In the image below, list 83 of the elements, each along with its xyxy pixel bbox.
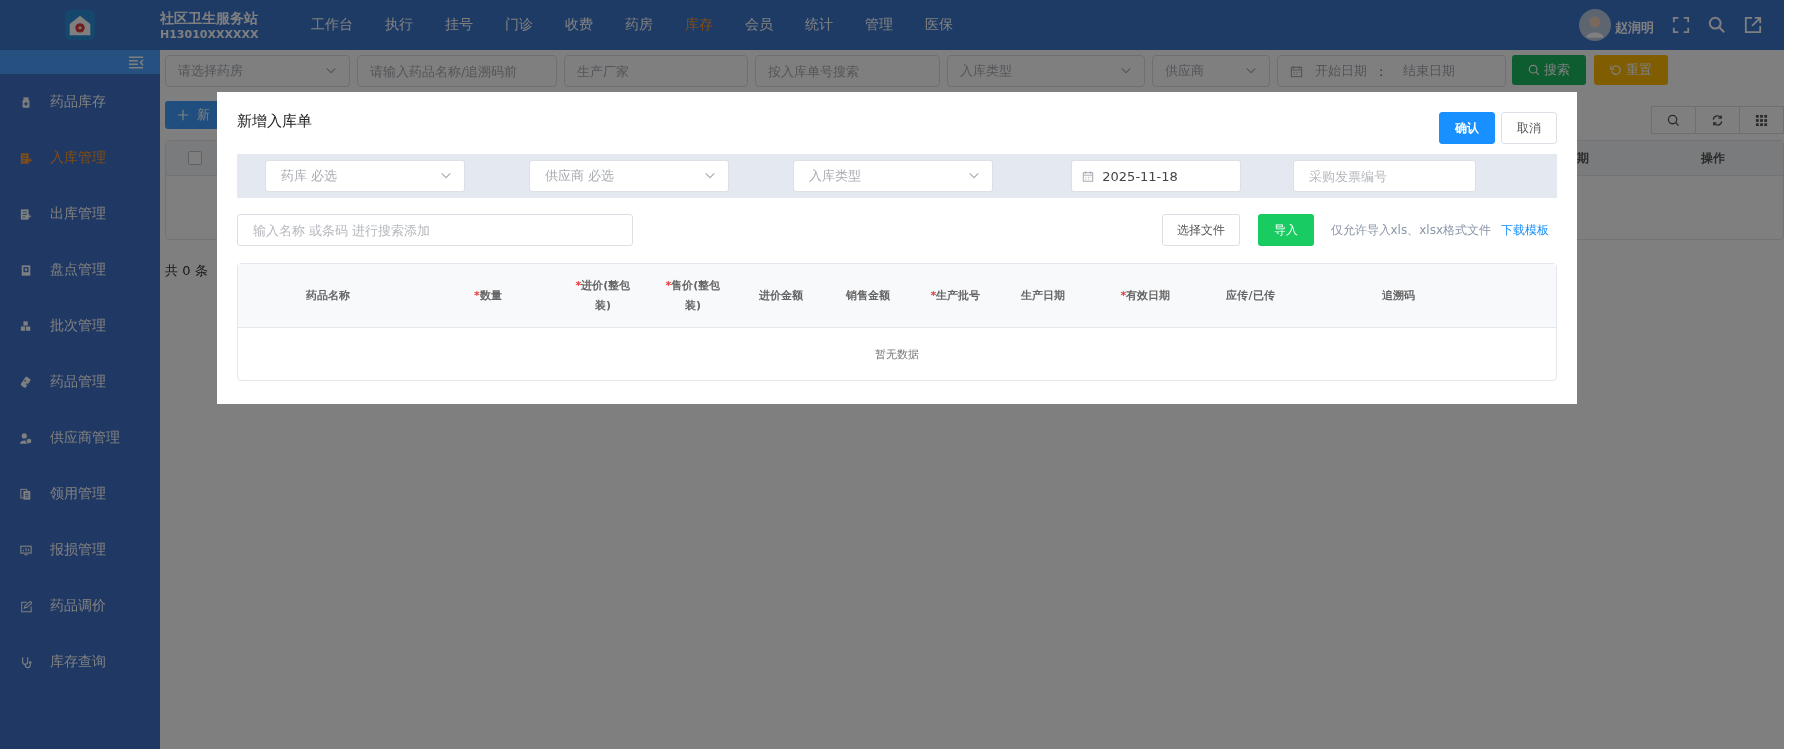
nav-tab[interactable]: 执行 [369, 16, 429, 34]
search-field[interactable]: 输入名称 或条码 进行搜索添加 [237, 214, 633, 246]
collapse-menu-icon[interactable] [128, 55, 144, 69]
plus-icon [177, 109, 189, 121]
external-link-icon[interactable] [1744, 16, 1762, 34]
nav-tab[interactable]: 管理 [849, 16, 909, 34]
avatar-icon[interactable] [1579, 9, 1611, 41]
confirm-button[interactable]: 确认 [1439, 112, 1495, 144]
column-header: 药品名称 [305, 287, 351, 304]
documents-icon [20, 487, 32, 501]
nav-tab[interactable]: 库存 [669, 16, 729, 34]
column-header: 应传/已传 [1225, 287, 1276, 304]
nav-tab[interactable]: 挂号 [429, 16, 489, 34]
sidebar-item[interactable]: 领用管理 [50, 485, 106, 503]
sidebar-item[interactable]: 药品管理 [50, 373, 106, 391]
separator-text: : [1379, 63, 1384, 79]
site-title: 社区卫生服务站 [160, 9, 259, 28]
reset-button[interactable]: 重置 [1594, 55, 1668, 85]
person-badge-icon [20, 431, 32, 445]
nav-tab[interactable]: 工作台 [295, 16, 369, 34]
choose-file-button[interactable]: 选择文件 [1161, 214, 1240, 246]
search-icon[interactable] [1651, 106, 1696, 134]
column-header: *生产批号 [929, 287, 982, 304]
user-name[interactable]: 赵润明 [1615, 19, 1654, 37]
column-header: *售价(整包装) [664, 277, 722, 314]
bottle-icon [20, 95, 32, 109]
cancel-button[interactable]: 取消 [1501, 112, 1557, 144]
empty-text: 暂无数据 [874, 346, 920, 363]
nav-tab[interactable]: 会员 [729, 16, 789, 34]
clinic-logo-icon [65, 10, 95, 40]
column-header: *有效日期 [1119, 287, 1172, 304]
fullscreen-icon[interactable] [1672, 16, 1690, 34]
site-code: H13010XXXXXX [160, 27, 260, 41]
placeholder-text: 供应商 必选 [544, 167, 615, 185]
clipboard-icon [20, 263, 32, 277]
sidebar-item[interactable]: 报损管理 [50, 541, 106, 559]
calendar-icon [1290, 64, 1303, 78]
reset-icon [1610, 64, 1622, 76]
column-header: 生产日期 [1020, 287, 1066, 304]
column-header: *数量 [473, 287, 503, 304]
sidebar-item[interactable]: 入库管理 [50, 149, 106, 167]
import-button[interactable]: 导入 [1257, 214, 1314, 246]
nav-tab[interactable]: 统计 [789, 16, 849, 34]
select-field[interactable]: 供应商 必选 [528, 160, 729, 192]
select-field[interactable]: 入库类型 [792, 160, 993, 192]
grid-icon[interactable] [1739, 106, 1784, 134]
select-field[interactable]: 药库 必选 [265, 160, 465, 192]
column-header: 进价金额 [757, 287, 804, 304]
column-header: 销售金额 [844, 287, 891, 304]
sidebar-item[interactable]: 批次管理 [50, 317, 106, 335]
search-button[interactable]: 搜索 [1512, 55, 1586, 85]
sidebar-item[interactable]: 药品库存 [50, 93, 106, 111]
search-icon[interactable] [1708, 16, 1726, 34]
column-header: 期 [1576, 149, 1590, 167]
sidebar-item[interactable]: 出库管理 [50, 205, 106, 223]
pill-icon [20, 375, 32, 389]
checkbox[interactable] [188, 151, 202, 165]
input-field[interactable]: 采购发票编号 [1293, 160, 1477, 192]
search-icon [1528, 64, 1540, 76]
stethoscope-icon [20, 655, 32, 669]
sidebar-item[interactable]: 库存查询 [50, 653, 106, 671]
column-header: 操作 [1700, 149, 1726, 167]
placeholder-text: 入库类型 [808, 167, 862, 185]
edit-icon [20, 599, 32, 613]
sidebar-item[interactable]: 盘点管理 [50, 261, 106, 279]
nav-tab[interactable]: 医保 [909, 16, 969, 34]
nav-tab[interactable]: 门诊 [489, 16, 549, 34]
refresh-icon[interactable] [1695, 106, 1740, 134]
sidebar-item[interactable]: 药品调价 [50, 597, 106, 615]
column-header: 追溯码 [1380, 287, 1416, 304]
monitor-icon [20, 543, 32, 557]
sidebar-item[interactable]: 供应商管理 [50, 429, 120, 447]
hint-text: 仅允许导入xls、xlsx格式文件 [1330, 221, 1491, 239]
nav-tab[interactable]: 药房 [609, 16, 669, 34]
placeholder-text: 药库 必选 [281, 167, 339, 185]
nav-tab[interactable]: 收费 [549, 16, 609, 34]
date-value: 2025-11-18 [1102, 168, 1178, 184]
calendar-icon [1082, 169, 1095, 183]
column-header: *进价(整包装) [574, 277, 632, 314]
total-count: 共 0 条 [165, 262, 209, 280]
download-template-link[interactable]: 下载模板 [1501, 221, 1549, 239]
boxes-icon [20, 319, 32, 333]
date-field[interactable]: 2025-11-18 [1071, 160, 1242, 192]
